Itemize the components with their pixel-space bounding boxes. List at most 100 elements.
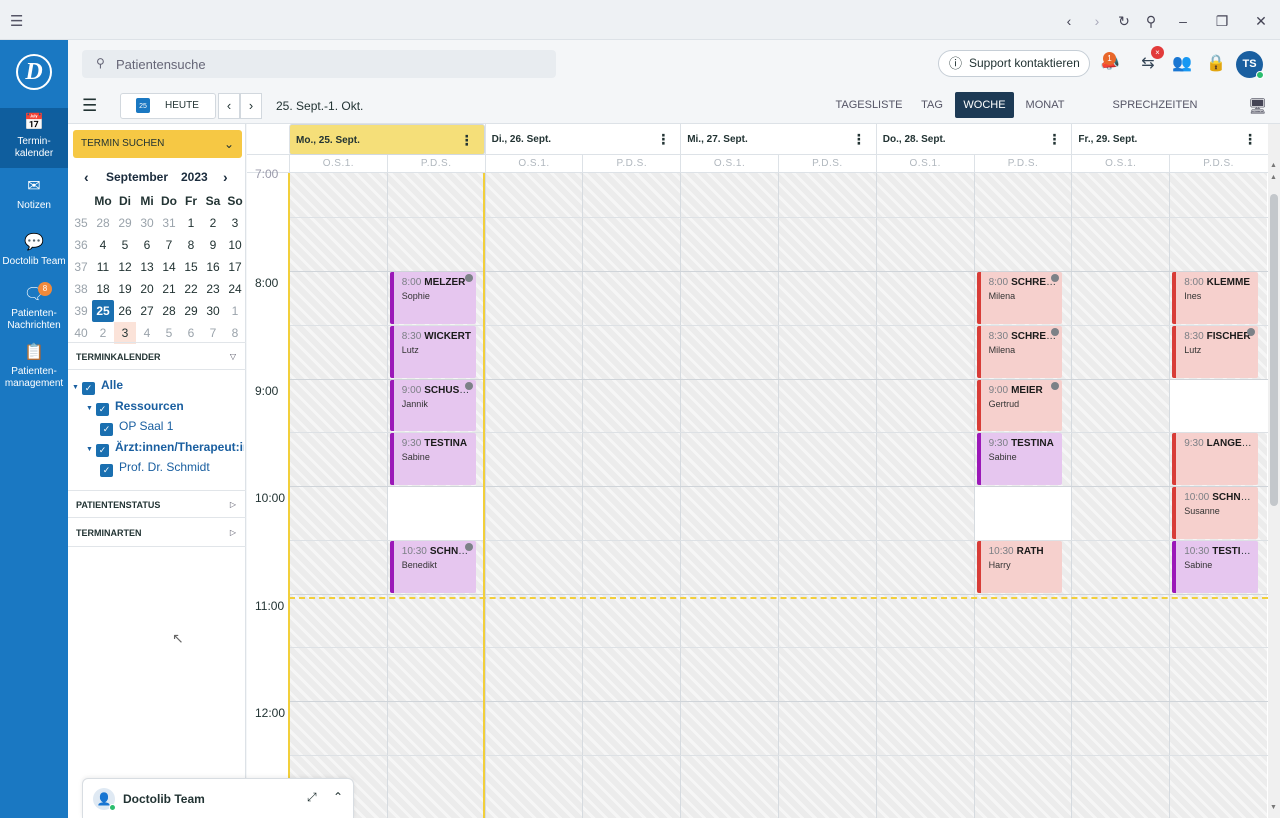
- mini-calendar-day[interactable]: 28: [92, 212, 114, 234]
- prev-month-icon[interactable]: ‹: [84, 169, 89, 185]
- termin-suchen-button[interactable]: TERMIN SUCHEN ⌄: [73, 130, 242, 158]
- reload-icon[interactable]: ↻: [1113, 10, 1135, 32]
- forward-icon[interactable]: ›: [1086, 10, 1108, 32]
- appointment[interactable]: 9:00 MEIER Gertrud: [976, 379, 1063, 432]
- kebab-menu-icon[interactable]: ⋮: [656, 124, 670, 155]
- maximize-icon[interactable]: ❐: [1211, 10, 1233, 32]
- nav-doctolib-team[interactable]: 💬 Doctolib Team: [0, 234, 68, 268]
- mini-calendar-day[interactable]: 15: [180, 256, 202, 278]
- mini-calendar-day[interactable]: 7: [202, 322, 224, 344]
- megaphone-icon[interactable]: 📣 1: [1098, 52, 1122, 76]
- mini-calendar-day[interactable]: 8: [224, 322, 246, 344]
- checkbox-checked-icon[interactable]: ✓: [82, 382, 95, 395]
- nav-notizen[interactable]: ✉ Notizen: [0, 178, 68, 212]
- mini-calendar-day[interactable]: 7: [158, 234, 180, 256]
- support-button[interactable]: ⓘ Support kontaktieren: [938, 50, 1090, 77]
- day-header[interactable]: Di., 26. Sept. ⋮: [484, 124, 681, 155]
- appointment[interactable]: 8:30SCHREIB… Milena: [976, 325, 1063, 378]
- appointment[interactable]: 8:00SCHREIB… Milena: [976, 272, 1063, 324]
- view-woche[interactable]: WOCHE: [955, 92, 1014, 118]
- mini-calendar-day[interactable]: 28: [158, 300, 180, 322]
- mini-calendar-day[interactable]: 17: [224, 256, 246, 278]
- terminkalender-section[interactable]: TERMINKALENDER ▽: [68, 342, 246, 370]
- mini-calendar-day[interactable]: 24: [224, 278, 246, 300]
- mini-calendar-day[interactable]: 14: [158, 256, 180, 278]
- day-header[interactable]: Do., 28. Sept. ⋮: [875, 124, 1072, 155]
- appointment[interactable]: 9:30 TESTINA Sabine: [976, 433, 1063, 485]
- tree-prof-schmidt[interactable]: ✓ Prof. Dr. Schmidt: [100, 457, 210, 477]
- back-icon[interactable]: ‹: [1058, 10, 1080, 32]
- chevron-up-icon[interactable]: ⌃: [333, 790, 343, 804]
- scrollbar-thumb[interactable]: [1270, 194, 1278, 506]
- view-tag[interactable]: TAG: [914, 92, 950, 118]
- mini-calendar-day[interactable]: 1: [180, 212, 202, 234]
- mini-calendar-day[interactable]: 20: [136, 278, 158, 300]
- checkbox-checked-icon[interactable]: ✓: [96, 444, 109, 457]
- mini-calendar-day[interactable]: 25: [92, 300, 114, 322]
- zoom-search-icon[interactable]: ⚲: [1140, 10, 1162, 32]
- nav-patienten-nachrichten[interactable]: 🗨 8 Patienten- Nachrichten: [0, 282, 68, 332]
- doctolib-logo[interactable]: D: [16, 54, 52, 90]
- mini-calendar-day[interactable]: 6: [180, 322, 202, 344]
- minimize-icon[interactable]: –: [1172, 10, 1194, 32]
- mini-calendar-day[interactable]: 29: [114, 212, 136, 234]
- team-icon[interactable]: 👥: [1170, 52, 1194, 76]
- mini-calendar-day[interactable]: 2: [202, 212, 224, 234]
- appointment[interactable]: 9:00 SCHUST… Jannik: [389, 379, 476, 432]
- mini-calendar-day[interactable]: 5: [158, 322, 180, 344]
- resource-column[interactable]: [778, 173, 876, 818]
- mini-calendar-day[interactable]: 19: [114, 278, 136, 300]
- next-month-icon[interactable]: ›: [223, 169, 228, 185]
- mini-calendar-day[interactable]: 16: [202, 256, 224, 278]
- day-header[interactable]: Fr., 29. Sept. ⋮: [1071, 124, 1267, 155]
- mini-calendar-day[interactable]: 23: [202, 278, 224, 300]
- view-tagesliste[interactable]: TAGESLISTE: [834, 92, 904, 118]
- monitor-icon[interactable]: 🖥: [1248, 97, 1267, 115]
- appointment[interactable]: 10:00SCHNEI… Susanne: [1172, 487, 1258, 539]
- mini-calendar-day[interactable]: 18: [92, 278, 114, 300]
- mini-calendar-day[interactable]: 2: [92, 322, 114, 344]
- next-week-button[interactable]: ›: [240, 93, 262, 119]
- patientenstatus-section[interactable]: PATIENTENSTATUS ▷: [68, 490, 246, 518]
- collapse-arrows-icon[interactable]: ⤢: [307, 790, 317, 805]
- mini-calendar-day[interactable]: 30: [202, 300, 224, 322]
- appointment[interactable]: 9:30LANGELea: [1172, 433, 1258, 485]
- mini-calendar-day[interactable]: 11: [92, 256, 114, 278]
- mini-calendar-day[interactable]: 21: [158, 278, 180, 300]
- free-slot[interactable]: [1170, 378, 1267, 433]
- mini-calendar-day[interactable]: 3: [224, 212, 246, 234]
- mini-calendar-day[interactable]: 4: [92, 234, 114, 256]
- scroll-up-icon-2[interactable]: ▲: [1270, 174, 1277, 181]
- sync-icon[interactable]: ⇆ ×: [1136, 46, 1164, 76]
- mini-calendar-day[interactable]: 29: [180, 300, 202, 322]
- patient-search-input[interactable]: [116, 54, 536, 74]
- resource-column[interactable]: [680, 173, 778, 818]
- resource-column[interactable]: [875, 173, 974, 818]
- mini-calendar-day[interactable]: 27: [136, 300, 158, 322]
- tree-op-saal-1[interactable]: ✓ OP Saal 1: [100, 416, 173, 436]
- today-button[interactable]: 25 HEUTE: [120, 93, 216, 119]
- appointment[interactable]: 8:00 MELZER Sophie: [389, 272, 476, 324]
- kebab-menu-icon[interactable]: ⋮: [1047, 124, 1061, 155]
- mini-calendar-day[interactable]: 31: [158, 212, 180, 234]
- mini-calendar-day[interactable]: 10: [224, 234, 246, 256]
- team-chat-widget[interactable]: 👤 Doctolib Team ⤢ ⌃: [82, 778, 354, 818]
- day-header[interactable]: Mi., 27. Sept. ⋮: [680, 124, 876, 155]
- tree-alle[interactable]: ▼ ✓ Alle: [72, 375, 123, 395]
- nav-patientenmanagement[interactable]: 📋 Patienten- management: [0, 344, 68, 390]
- resource-column[interactable]: [289, 173, 387, 818]
- tree-aerzte[interactable]: ▼✓ Ärzt:innen/Therapeut:innen: [86, 437, 244, 457]
- scroll-up-icon[interactable]: ▲: [1270, 162, 1277, 169]
- app-menu-icon[interactable]: ☰: [10, 12, 23, 30]
- view-sprechzeiten-aendern[interactable]: SPRECHZEITEN ÄNDERN: [1090, 92, 1220, 137]
- user-avatar[interactable]: TS: [1236, 51, 1264, 79]
- kebab-menu-icon[interactable]: ⋮: [852, 124, 866, 155]
- terminarten-section[interactable]: TERMINARTEN ▷: [68, 519, 246, 547]
- sidebar-toggle-icon[interactable]: ☰: [82, 96, 97, 116]
- prev-week-button[interactable]: ‹: [218, 93, 240, 119]
- mini-calendar-day[interactable]: 26: [114, 300, 136, 322]
- mini-calendar-day[interactable]: 3: [114, 322, 136, 344]
- appointment[interactable]: 10:30SCHNEI… Benedikt: [389, 540, 476, 593]
- checkbox-checked-icon[interactable]: ✓: [100, 423, 113, 436]
- day-header[interactable]: Mo., 25. Sept. ⋮: [289, 124, 485, 155]
